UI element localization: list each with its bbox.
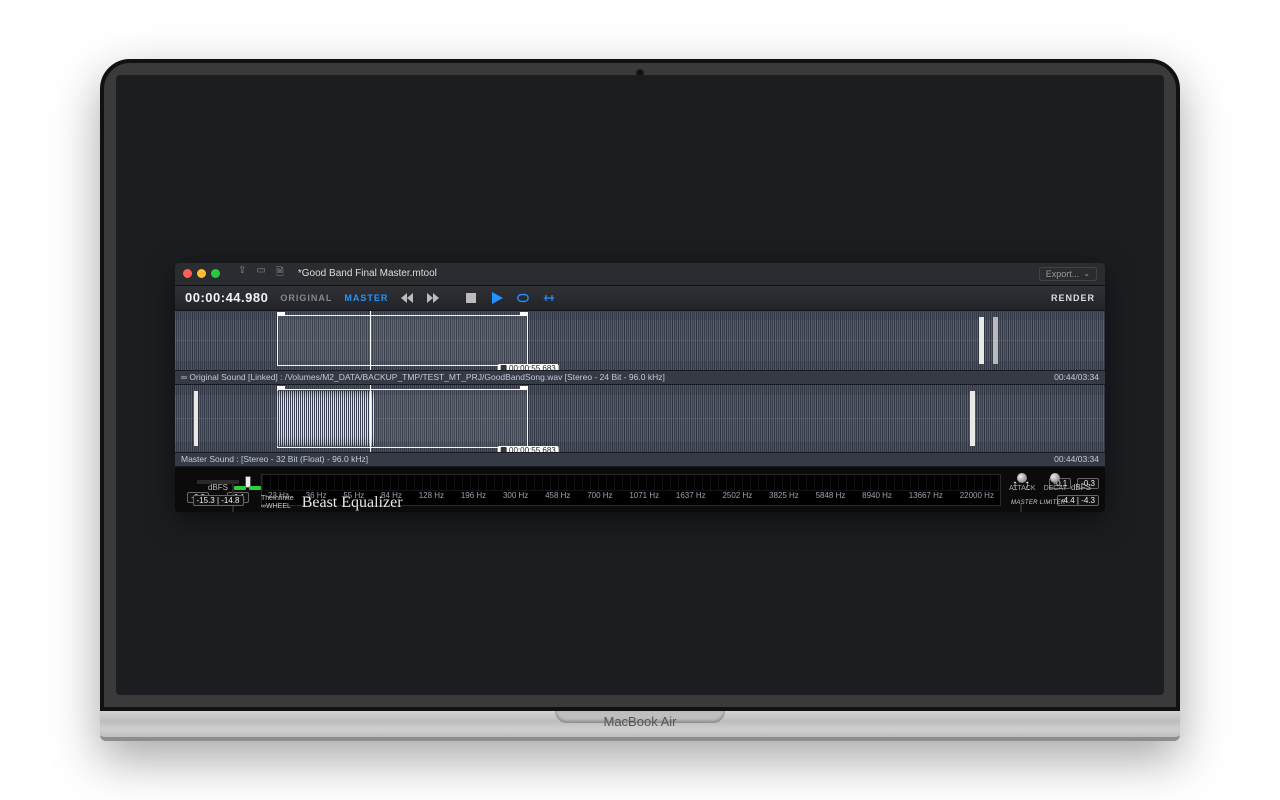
timecode-display: 00:00:44.980 [185, 290, 268, 305]
dbfs-label: dBFS [1071, 483, 1091, 492]
import-icon[interactable]: ⇪ [238, 265, 246, 282]
limiter-label: MASTER LIMITER [1011, 500, 1066, 506]
input-meter-column: -6.2 -6.1 2.309 [181, 474, 255, 506]
rms-readout: -15.3 | -14.8 [193, 495, 244, 506]
input-gain-slider[interactable]: 2.309 [218, 474, 248, 512]
minimize-icon[interactable] [197, 269, 206, 278]
laptop-label: MacBook Air [100, 714, 1180, 729]
playhead[interactable] [370, 311, 371, 370]
equalizer-panel: -6.2 -6.1 2.309 [175, 468, 1105, 512]
play-button[interactable] [490, 291, 504, 305]
output-limiter-column: ⭡̲⭡̲ -0.1 -0.3 + 4.80 [1007, 474, 1099, 506]
marker[interactable] [979, 317, 984, 364]
rewind-button[interactable] [400, 291, 414, 305]
stop-button[interactable] [464, 291, 478, 305]
region-play-button[interactable] [542, 291, 556, 305]
track-master-waveform[interactable]: 00:00:55.683 [175, 385, 1105, 453]
marker[interactable] [993, 317, 998, 364]
transport-bar: 00:00:44.980 ORIGINAL MASTER RENDER [175, 285, 1105, 311]
document-icon[interactable]: 🗎 [276, 265, 284, 282]
laptop-mockup: ⇪ ▭ 🗎 *Good Band Final Master.mtool Expo… [100, 59, 1180, 741]
spectrum-analyzer[interactable]: 23 Hz36 Hz55 Hz84 Hz128 Hz196 Hz300 Hz45… [261, 474, 1001, 506]
window-controls [183, 269, 220, 278]
tab-master[interactable]: MASTER [344, 293, 388, 303]
frequency-axis: 23 Hz36 Hz55 Hz84 Hz128 Hz196 Hz300 Hz45… [262, 491, 1000, 505]
open-folder-icon[interactable]: ▭ [256, 265, 265, 282]
dbfs-label: dBFS [208, 483, 228, 492]
ffwd-button[interactable] [426, 291, 440, 305]
time-tooltip: 00:00:55.683 [498, 446, 559, 453]
document-title: *Good Band Final Master.mtool [298, 268, 437, 279]
render-button[interactable]: RENDER [1051, 293, 1095, 303]
track-original-waveform[interactable]: 00:00:55.683 [175, 311, 1105, 371]
marker[interactable] [194, 391, 198, 446]
attack-decay-knobs[interactable]: ATTACK DECAY [1009, 473, 1067, 492]
close-icon[interactable] [183, 269, 192, 278]
tab-original[interactable]: ORIGINAL [280, 293, 332, 303]
loop-button[interactable] [516, 291, 530, 305]
marker[interactable] [970, 391, 975, 446]
titlebar: ⇪ ▭ 🗎 *Good Band Final Master.mtool Expo… [175, 263, 1105, 285]
chevron-down-icon: ⌄ [1083, 269, 1090, 278]
playhead[interactable] [370, 385, 371, 452]
export-button[interactable]: Export...⌄ [1039, 267, 1097, 281]
zoom-icon[interactable] [211, 269, 220, 278]
time-tooltip: 00:00:55.683 [498, 364, 559, 371]
loop-region[interactable] [277, 315, 528, 366]
tracks-area: 00:00:55.683 ∞ Original Sound [Linked] :… [175, 311, 1105, 468]
app-window: ⇪ ▭ 🗎 *Good Band Final Master.mtool Expo… [175, 263, 1105, 512]
track-original-info: ∞ Original Sound [Linked] : /Volumes/M2_… [175, 371, 1105, 385]
track-master-info: Master Sound : [Stereo - 32 Bit (Float) … [175, 453, 1105, 467]
